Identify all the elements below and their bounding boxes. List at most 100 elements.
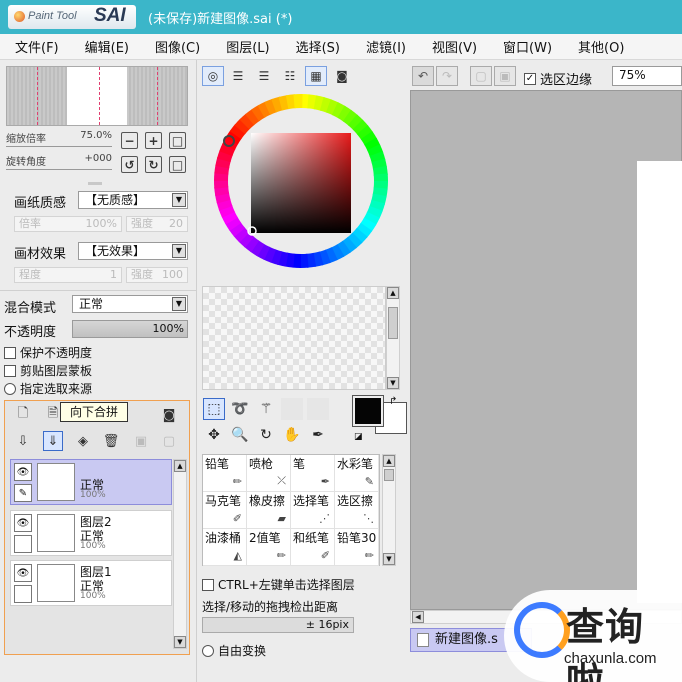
zoom-slider[interactable]: 缩放倍率 75.0% (6, 130, 112, 145)
lock-slot-icon[interactable] (14, 585, 32, 603)
panel-divider[interactable] (88, 182, 102, 185)
trash-icon[interactable]: 🗑 (101, 431, 121, 451)
undo-icon[interactable]: ↶ (412, 66, 434, 86)
transfer-down-icon[interactable]: ⇩ (13, 431, 33, 451)
free-transform-radio[interactable]: 自由变换 (202, 642, 266, 659)
zoom-slider-track[interactable] (6, 146, 112, 147)
hand-icon[interactable]: ✋ (281, 424, 303, 446)
rotate-right-button[interactable]: ↻ (145, 156, 162, 173)
selection-edge-checkbox[interactable]: ✓ 选区边缘 (524, 69, 592, 88)
ctrl-select-layer-checkbox[interactable]: CTRL+左键单击选择图层 (202, 576, 355, 593)
scroll-up-icon[interactable]: ▲ (383, 455, 395, 467)
brush-bucket[interactable]: 油漆桶 ◭ (203, 529, 247, 566)
zoom-reset-button[interactable]: □ (169, 132, 186, 149)
scroll-up-icon[interactable]: ▲ (387, 287, 399, 299)
layer-row-current[interactable]: 👁 ✎ 正常 100% (10, 459, 172, 505)
brush-scrollbar[interactable]: ▲ ▼ (382, 454, 396, 566)
brush-marker[interactable]: 马克笔 ✐ (203, 492, 247, 529)
eyedropper-icon[interactable]: ✒ (307, 424, 329, 446)
material-effect-select[interactable]: 【无效果】 ▼ (78, 242, 188, 260)
zoom-icon[interactable]: 🔍 (229, 424, 251, 446)
scroll-down-icon[interactable]: ▼ (387, 377, 399, 389)
zoom-out-button[interactable]: − (121, 132, 138, 149)
layer-row-1[interactable]: 👁 图层1 正常 100% (10, 560, 172, 606)
menu-filter[interactable]: 滤镜(I) (351, 37, 417, 56)
checkbox-box[interactable] (202, 578, 214, 591)
magic-wand-icon[interactable]: ⚚ (255, 398, 277, 420)
reset-colors-icon[interactable]: ◪ (354, 432, 363, 442)
menu-image[interactable]: 图像(C) (140, 37, 211, 56)
menu-edit[interactable]: 编辑(E) (70, 37, 140, 56)
checkbox-box[interactable] (4, 364, 16, 377)
new-layer-icon[interactable]: 🗋 (13, 405, 33, 425)
mixer-tab-icon[interactable]: ☷ (279, 66, 301, 86)
rotate-left-button[interactable]: ↺ (121, 156, 138, 173)
brush-pen[interactable]: 笔 ✒ (291, 455, 335, 492)
canvas-zoom-select[interactable]: 75% (612, 66, 682, 86)
radio-circle[interactable] (4, 382, 16, 395)
clear-layer-icon[interactable]: ◈ (73, 431, 93, 451)
pen-icon[interactable]: ✎ (14, 484, 32, 502)
scroll-thumb[interactable] (388, 307, 398, 339)
layer-row-2[interactable]: 👁 图层2 正常 100% (10, 510, 172, 556)
canvas-area[interactable] (410, 90, 682, 610)
brush-eraser[interactable]: 橡皮擦 ▰ (247, 492, 291, 529)
rotate-reset-button[interactable]: □ (169, 156, 186, 173)
checkmark-icon[interactable]: ✓ (524, 72, 536, 85)
canvas-page[interactable] (637, 161, 682, 603)
rgb-slider-tab-icon[interactable]: ☰ (227, 66, 249, 86)
rotate-slider[interactable]: 旋转角度 +000 (6, 153, 112, 168)
scroll-up-icon[interactable]: ▲ (174, 460, 186, 472)
apply-mask-icon[interactable]: ▣ (131, 431, 151, 451)
brush-airbrush[interactable]: 喷枪 ⤫ (247, 455, 291, 492)
scroll-thumb[interactable] (384, 469, 394, 481)
layer-mask-icon[interactable]: ◙ (159, 405, 179, 425)
color-wheel-tab-icon[interactable]: ◎ (202, 66, 224, 86)
hsv-slider-tab-icon[interactable]: ☰ (253, 66, 275, 86)
swap-colors-icon[interactable]: ↱ (389, 396, 397, 407)
paper-texture-select[interactable]: 【无质感】 ▼ (78, 191, 188, 209)
lock-slot-icon[interactable] (14, 535, 32, 553)
lasso-icon[interactable]: ➰ (229, 398, 251, 420)
menu-layer[interactable]: 图层(L) (211, 37, 280, 56)
blend-mode-select[interactable]: 正常 ▼ (72, 295, 188, 313)
radio-circle[interactable] (202, 644, 214, 657)
clip-mask-checkbox[interactable]: 剪贴图层蒙板 (4, 362, 92, 379)
brush-pencil30[interactable]: 铅笔30 ✏ (335, 529, 379, 566)
drag-distance-slider[interactable]: ± 16pix (202, 617, 354, 633)
redo-icon[interactable]: ↷ (436, 66, 458, 86)
zoom-in-button[interactable]: + (145, 132, 162, 149)
eye-icon[interactable]: 👁 (14, 514, 32, 532)
rotate-icon[interactable]: ↻ (255, 424, 277, 446)
menu-other[interactable]: 其他(O) (563, 37, 635, 56)
scratchpad-tab-icon[interactable]: ◙ (331, 66, 353, 86)
scroll-down-icon[interactable]: ▼ (383, 553, 395, 565)
scroll-left-icon[interactable]: ◀ (412, 611, 424, 623)
foreground-color-swatch[interactable] (352, 395, 384, 427)
eye-icon[interactable]: 👁 (14, 463, 32, 481)
scroll-down-icon[interactable]: ▼ (174, 636, 186, 648)
menu-select[interactable]: 选择(S) (281, 37, 351, 56)
brush-select-eraser[interactable]: 选区擦 ⋱ (335, 492, 379, 529)
color-swatch-grid[interactable] (202, 286, 386, 390)
color-wheel[interactable] (210, 90, 392, 272)
deselect-icon[interactable]: ▢ (470, 66, 492, 86)
swatch-scrollbar[interactable]: ▲ ▼ (386, 286, 400, 390)
protect-opacity-checkbox[interactable]: 保护不透明度 (4, 344, 92, 361)
opacity-slider[interactable]: 100% (72, 320, 188, 338)
move-icon[interactable]: ✥ (203, 424, 225, 446)
merge-down-icon[interactable]: ⇓ (43, 431, 63, 451)
navigator-preview[interactable] (6, 66, 188, 126)
brush-pencil[interactable]: 铅笔 ✏ (203, 455, 247, 492)
delete-mask-icon[interactable]: ▢ (159, 431, 179, 451)
invert-selection-icon[interactable]: ▣ (494, 66, 516, 86)
brush-binary-pen[interactable]: 2值笔 ✏ (247, 529, 291, 566)
checkbox-box[interactable] (4, 346, 16, 359)
swatch-tab-icon[interactable]: ▦ (305, 66, 327, 86)
menu-window[interactable]: 窗口(W) (488, 37, 563, 56)
layer-scrollbar[interactable]: ▲ ▼ (173, 459, 187, 649)
brush-washi-pen[interactable]: 和纸笔 ✐ (291, 529, 335, 566)
rect-select-icon[interactable]: ⬚ (203, 398, 225, 420)
rotate-slider-track[interactable] (6, 169, 112, 170)
brush-watercolor[interactable]: 水彩笔 ✎ (335, 455, 379, 492)
